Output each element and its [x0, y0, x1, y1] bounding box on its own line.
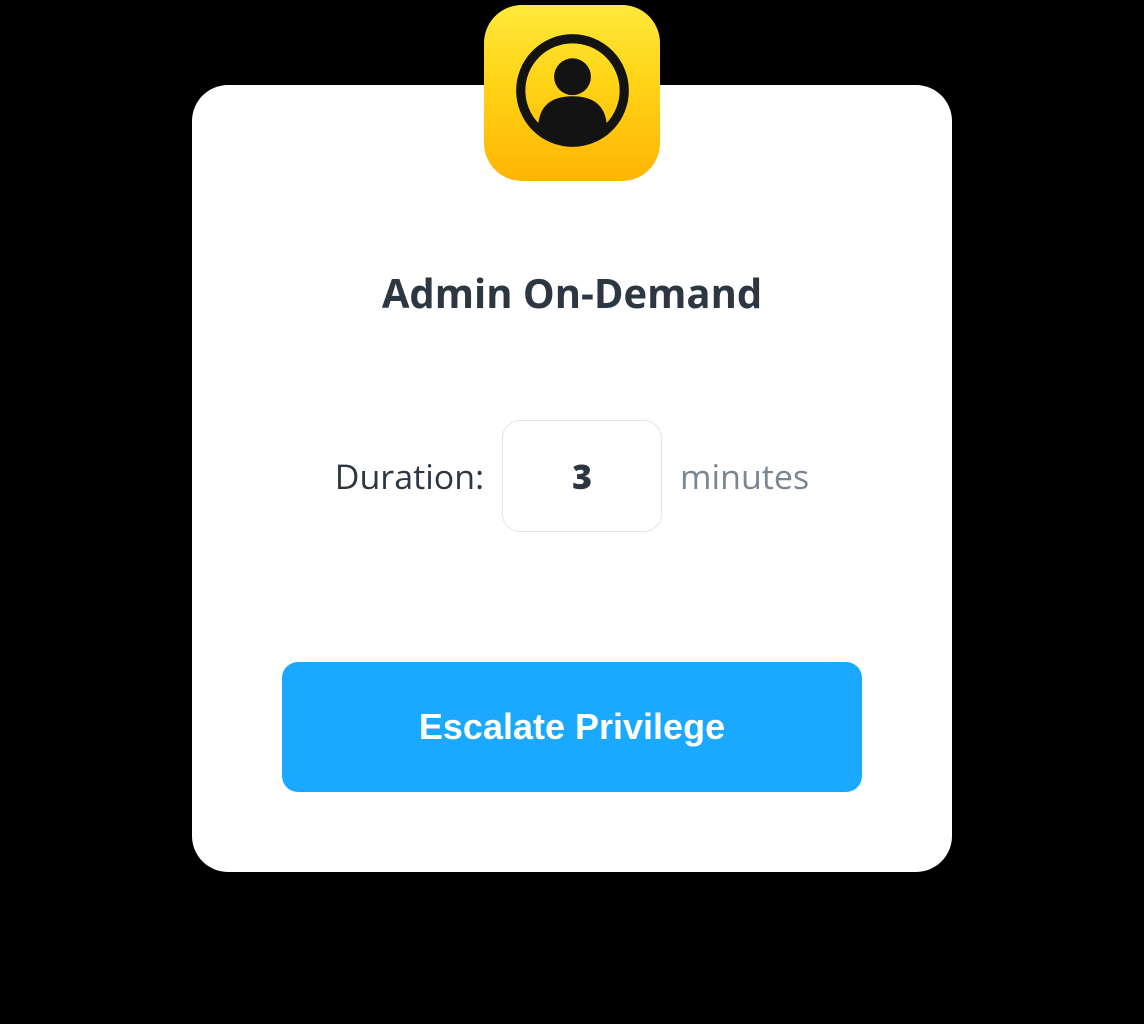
duration-input[interactable]: 3 [502, 420, 662, 532]
duration-unit: minutes [680, 453, 809, 499]
dialog-card: Admin On-Demand Duration: 3 minutes Esca… [192, 5, 952, 872]
duration-row: Duration: 3 minutes [335, 420, 809, 532]
person-circle-icon [515, 33, 630, 153]
dialog-title: Admin On-Demand [382, 265, 762, 320]
app-icon-tile [484, 5, 660, 181]
escalate-privilege-button[interactable]: Escalate Privilege [282, 662, 862, 792]
escalate-button-label: Escalate Privilege [419, 706, 725, 747]
card-body: Admin On-Demand Duration: 3 minutes Esca… [192, 85, 952, 872]
duration-label: Duration: [335, 453, 484, 499]
duration-value: 3 [572, 453, 592, 499]
